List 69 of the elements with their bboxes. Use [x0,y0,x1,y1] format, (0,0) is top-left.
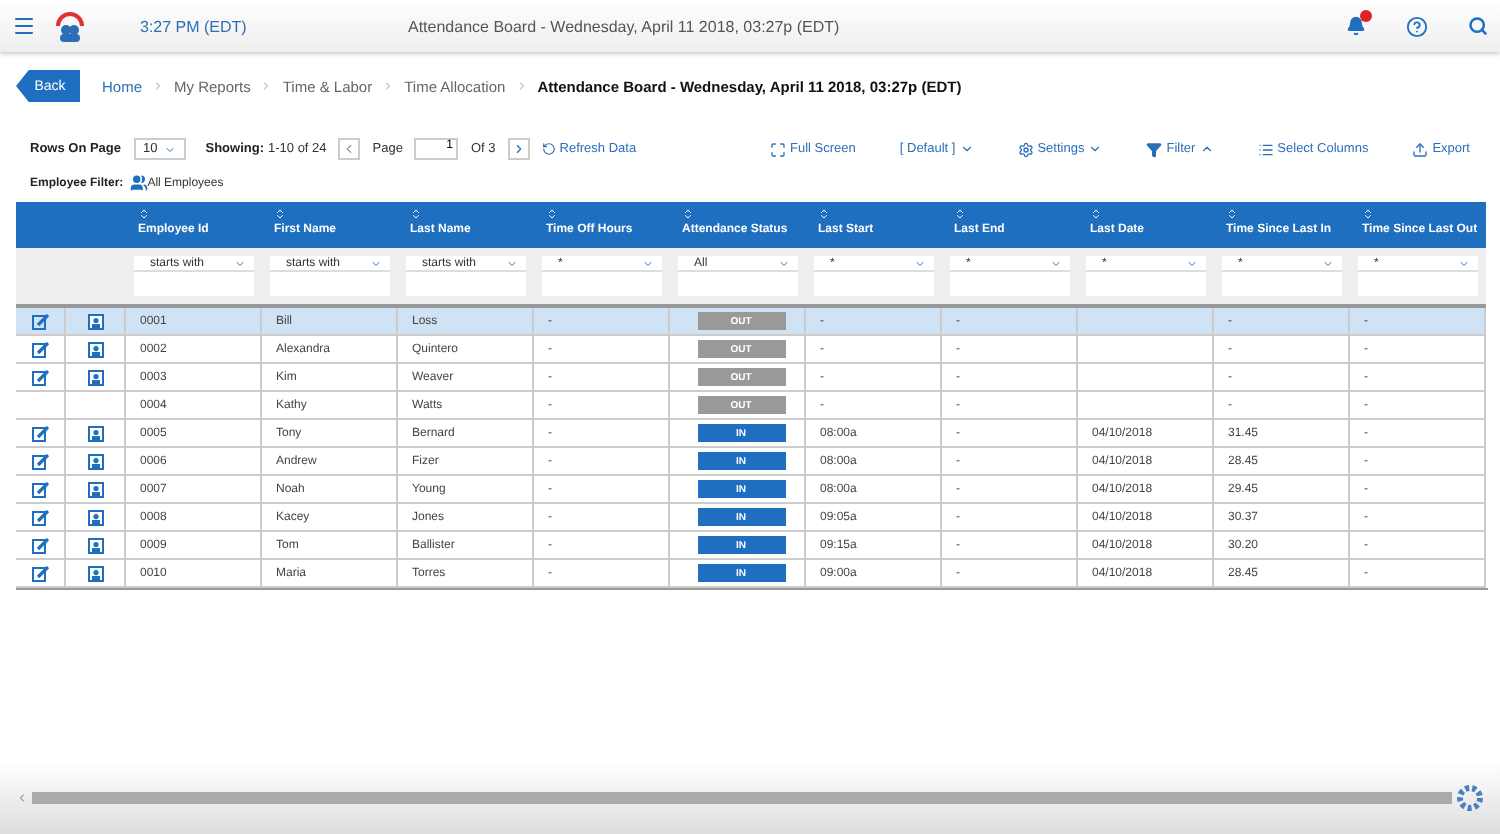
filter-input[interactable] [134,272,254,296]
edit-icon[interactable] [31,565,49,581]
chevron-down-icon [1050,257,1062,269]
filter-input[interactable] [542,272,662,296]
chevron-down-icon [370,257,382,269]
id-card-icon[interactable] [87,481,103,497]
caret-icon [1199,142,1214,156]
edit-icon[interactable] [31,453,49,469]
search-icon[interactable] [1468,16,1488,36]
chevron-down-icon [778,257,790,269]
filter-input[interactable] [270,272,390,296]
export-icon [1412,141,1429,157]
table-cell [1078,336,1214,364]
spinner-icon [1456,784,1484,812]
current-time: 3:27 PM (EDT) [140,17,249,35]
horizontal-scrollbar[interactable] [32,792,1452,804]
caret-icon [959,142,974,156]
edit-icon[interactable] [31,341,49,357]
id-card-icon[interactable] [87,369,103,385]
page-title: Attendance Board - Wednesday, April 11 2018, 03:27p (EDT) [408,17,842,35]
chevron-left-icon [342,142,357,156]
chevron-right-icon [511,142,526,156]
filter-input[interactable] [1222,272,1342,296]
chevron-icon [152,80,165,92]
edit-icon[interactable] [31,537,49,553]
filter-input[interactable] [1358,272,1478,296]
help-icon[interactable] [1406,15,1428,37]
edit-icon[interactable] [31,313,49,329]
id-card-icon[interactable] [87,425,103,441]
table-cell [1078,392,1214,420]
chevron-down-icon [506,257,518,269]
notification-icon[interactable] [1346,16,1366,36]
gear-icon [1017,141,1034,157]
chevron-down-icon [1458,257,1470,269]
chevron-icon [260,80,273,92]
people-icon [129,174,148,192]
edit-icon[interactable] [31,509,49,525]
chevron-down-icon [163,143,176,155]
filter-input[interactable] [406,272,526,296]
id-card-icon[interactable] [87,453,103,469]
edit-icon[interactable] [31,425,49,441]
next-page-button[interactable] [507,138,530,160]
chevron-icon [515,80,528,92]
edit-icon[interactable] [31,481,49,497]
id-card-icon[interactable] [87,537,103,553]
filter-input[interactable] [950,272,1070,296]
fullscreen-icon [770,141,787,157]
filter-icon [1146,141,1163,157]
chevron-icon [382,80,395,92]
edit-icon[interactable] [31,369,49,385]
chevron-down-icon [1322,257,1334,269]
filter-input[interactable] [678,272,798,296]
id-card-icon[interactable] [87,313,103,329]
table-cell [1078,308,1214,336]
list-icon [1257,141,1274,157]
chevron-down-icon [1186,257,1198,269]
id-card-icon[interactable] [87,509,103,525]
chevron-down-icon [914,257,926,269]
table-cell [1078,364,1214,392]
chevron-down-icon [234,257,246,269]
menu-icon[interactable] [12,14,36,38]
refresh-icon [541,142,556,156]
chevron-down-icon [642,257,654,269]
filter-input[interactable] [814,272,934,296]
logo-icon [52,10,88,42]
caret-icon [1088,142,1103,156]
filter-input[interactable] [1086,272,1206,296]
id-card-icon[interactable] [87,341,103,357]
id-card-icon[interactable] [87,565,103,581]
